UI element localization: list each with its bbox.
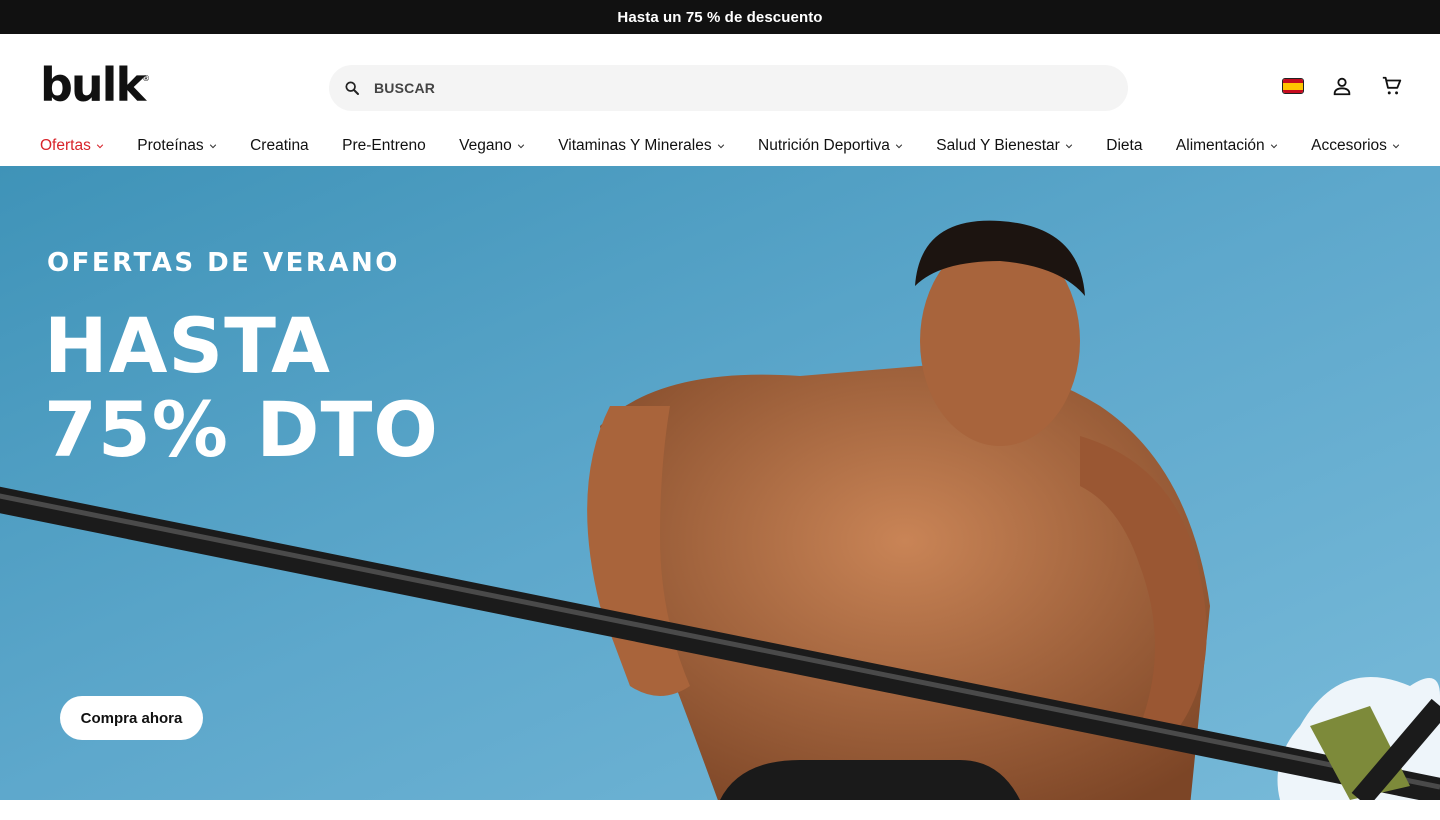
bulk-logo[interactable]: bulk ® — [40, 62, 150, 108]
shop-now-button[interactable]: Compra ahora — [60, 696, 203, 740]
nav-item-label: Alimentación — [1175, 137, 1265, 154]
nav-item-label: Vitaminas Y Minerales — [558, 137, 712, 154]
promo-text[interactable]: Hasta un 75 % de descuento — [617, 9, 822, 26]
chevron-down-icon — [1270, 142, 1278, 150]
promo-bar[interactable]: Hasta un 75 % de descuento — [0, 0, 1440, 34]
nav-item-label: Salud Y Bienestar — [936, 137, 1060, 154]
chevron-down-icon — [1392, 142, 1400, 150]
spain-flag-icon[interactable] — [1282, 78, 1304, 94]
nav-item-label: Ofertas — [40, 137, 91, 154]
hero-eyebrow: OFERTAS DE VERANO — [47, 248, 400, 278]
nav-item-nutricion-deportiva[interactable]: Nutrición Deportiva — [758, 137, 903, 155]
chevron-down-icon — [1065, 142, 1073, 150]
nav-item-label: Accesorios — [1311, 137, 1387, 154]
nav-item-proteinas[interactable]: Proteínas — [137, 137, 216, 155]
nav-item-alimentacion[interactable]: Alimentación — [1176, 137, 1278, 155]
chevron-down-icon — [209, 142, 217, 150]
athlete-shorts — [720, 760, 1020, 800]
nav-item-label: Dieta — [1106, 137, 1143, 154]
nav-item-label: Creatina — [250, 137, 309, 154]
nav-item-creatina[interactable]: Creatina — [250, 137, 309, 155]
site-header: bulk ® Ofertas Proteínas Creatina Pre-Entre… — [0, 34, 1440, 166]
search-icon[interactable] — [343, 79, 361, 97]
cart-icon[interactable] — [1380, 74, 1404, 98]
nav-item-label: Pre-Entreno — [342, 137, 426, 154]
nav-item-accesorios[interactable]: Accesorios — [1311, 137, 1400, 155]
hero-headline-line2: 75% DTO — [44, 385, 439, 474]
search-bar[interactable] — [329, 65, 1128, 111]
nav-item-label: Proteínas — [137, 137, 204, 154]
registered-mark: ® — [142, 74, 151, 83]
chevron-down-icon — [96, 142, 104, 150]
search-input[interactable] — [374, 65, 1128, 111]
nav-item-vitaminas-y-minerales[interactable]: Vitaminas Y Minerales — [558, 137, 724, 155]
account-icon[interactable] — [1330, 74, 1354, 98]
nav-item-vegano[interactable]: Vegano — [459, 137, 525, 155]
content-below — [0, 800, 1440, 820]
main-nav: Ofertas Proteínas Creatina Pre-Entreno Vegan… — [40, 134, 1400, 158]
chevron-down-icon — [895, 142, 903, 150]
logo-text: bulk — [40, 58, 146, 112]
hero-headline: HASTA 75% DTO — [44, 304, 439, 472]
hero-banner[interactable]: OFERTAS DE VERANO HASTA 75% DTO Compra a… — [0, 166, 1440, 800]
nav-item-label: Vegano — [459, 137, 512, 154]
nav-item-salud-y-bienestar[interactable]: Salud Y Bienestar — [936, 137, 1073, 155]
nav-item-label: Nutrición Deportiva — [758, 137, 890, 154]
chevron-down-icon — [717, 142, 725, 150]
nav-item-pre-entreno[interactable]: Pre-Entreno — [342, 137, 426, 155]
nav-item-ofertas[interactable]: Ofertas — [40, 137, 104, 155]
hero-headline-line1: HASTA — [44, 301, 331, 390]
nav-item-dieta[interactable]: Dieta — [1106, 137, 1142, 155]
chevron-down-icon — [517, 142, 525, 150]
header-actions — [1282, 74, 1404, 98]
